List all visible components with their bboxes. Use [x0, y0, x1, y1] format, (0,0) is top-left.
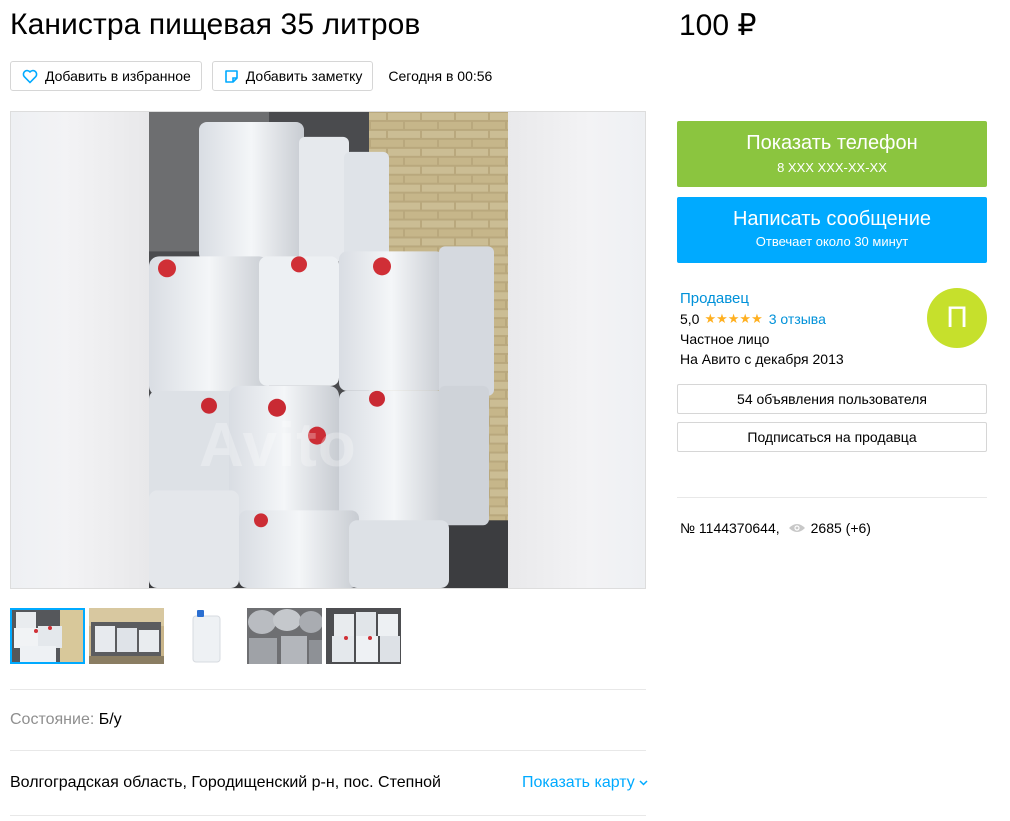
seller-ads-button[interactable]: 54 объявления пользователя	[677, 384, 987, 414]
thumbnail-1-image	[10, 608, 85, 664]
add-note-label: Добавить заметку	[245, 68, 363, 84]
rating-value: 5,0	[680, 311, 700, 327]
gallery-blur-right	[507, 112, 645, 588]
listing-title: Канистра пищевая 35 литров	[10, 8, 421, 41]
show-phone-label: Показать телефон	[746, 132, 918, 154]
note-icon	[224, 69, 238, 83]
main-photo[interactable]	[149, 112, 508, 588]
add-to-favorites-button[interactable]: Добавить в избранное	[10, 61, 202, 91]
reviews-link[interactable]: 3 отзыва	[769, 309, 826, 329]
avito-watermark: Avito	[199, 411, 357, 480]
response-time: Отвечает около 30 минут	[755, 234, 909, 249]
show-phone-button[interactable]: Показать телефон 8 XXX XXX-XX-XX	[677, 121, 987, 187]
ad-number: № 1144370644,	[680, 520, 780, 536]
thumbnail-2-image	[89, 608, 164, 664]
seller-name-link[interactable]: Продавец	[680, 289, 844, 309]
masked-phone: 8 XXX XXX-XX-XX	[777, 160, 887, 175]
publish-date: Сегодня в 00:56	[388, 68, 493, 84]
thumbnail-1[interactable]	[10, 608, 85, 664]
show-map-link[interactable]: Показать карту	[522, 774, 648, 792]
thumbnail-4[interactable]	[247, 608, 322, 664]
thumbnail-3[interactable]	[168, 608, 243, 664]
eye-icon	[788, 524, 805, 532]
photo-gallery[interactable]: Avito	[10, 111, 646, 589]
seller-info: Продавец 5,0 ★★★★★ 3 отзыва Частное лицо…	[680, 289, 844, 369]
thumbnail-3-image	[168, 608, 243, 664]
thumbnail-2[interactable]	[89, 608, 164, 664]
condition-value: Б/у	[98, 711, 122, 728]
thumbnail-5[interactable]	[326, 608, 401, 664]
add-note-button[interactable]: Добавить заметку	[211, 61, 374, 91]
condition-label: Состояние:	[10, 711, 95, 728]
divider	[10, 689, 646, 690]
address: Волгоградская область, Городищенский р-н…	[10, 774, 441, 791]
seller-rating: 5,0 ★★★★★ 3 отзыва	[680, 309, 844, 329]
subscribe-button[interactable]: Подписаться на продавца	[677, 422, 987, 452]
divider	[10, 815, 646, 816]
rating-stars-icon: ★★★★★	[704, 311, 763, 326]
heart-icon	[22, 69, 38, 83]
view-count: 2685 (+6)	[810, 520, 871, 536]
add-to-favorites-label: Добавить в избранное	[45, 68, 191, 84]
seller-type: Частное лицо	[680, 331, 770, 347]
write-message-label: Написать сообщение	[732, 208, 931, 230]
write-message-button[interactable]: Написать сообщение Отвечает около 30 мин…	[677, 197, 987, 263]
gallery-blur-left	[11, 112, 149, 588]
divider	[677, 497, 987, 498]
seller-since: На Авито с декабря 2013	[680, 351, 844, 367]
listing-actions: Добавить в избранное Добавить заметку Се…	[10, 61, 492, 91]
listing-price: 100 ₽	[679, 9, 757, 42]
avatar[interactable]: П	[927, 288, 987, 348]
divider	[10, 750, 646, 751]
thumbnail-4-image	[247, 608, 322, 664]
condition-row: Состояние: Б/у	[10, 711, 122, 729]
thumbnail-5-image	[326, 608, 401, 664]
ad-stats: № 1144370644, 2685 (+6)	[680, 520, 871, 536]
show-map-label: Показать карту	[522, 774, 635, 791]
chevron-down-icon	[639, 780, 648, 786]
photo-thumbnails	[10, 608, 405, 664]
